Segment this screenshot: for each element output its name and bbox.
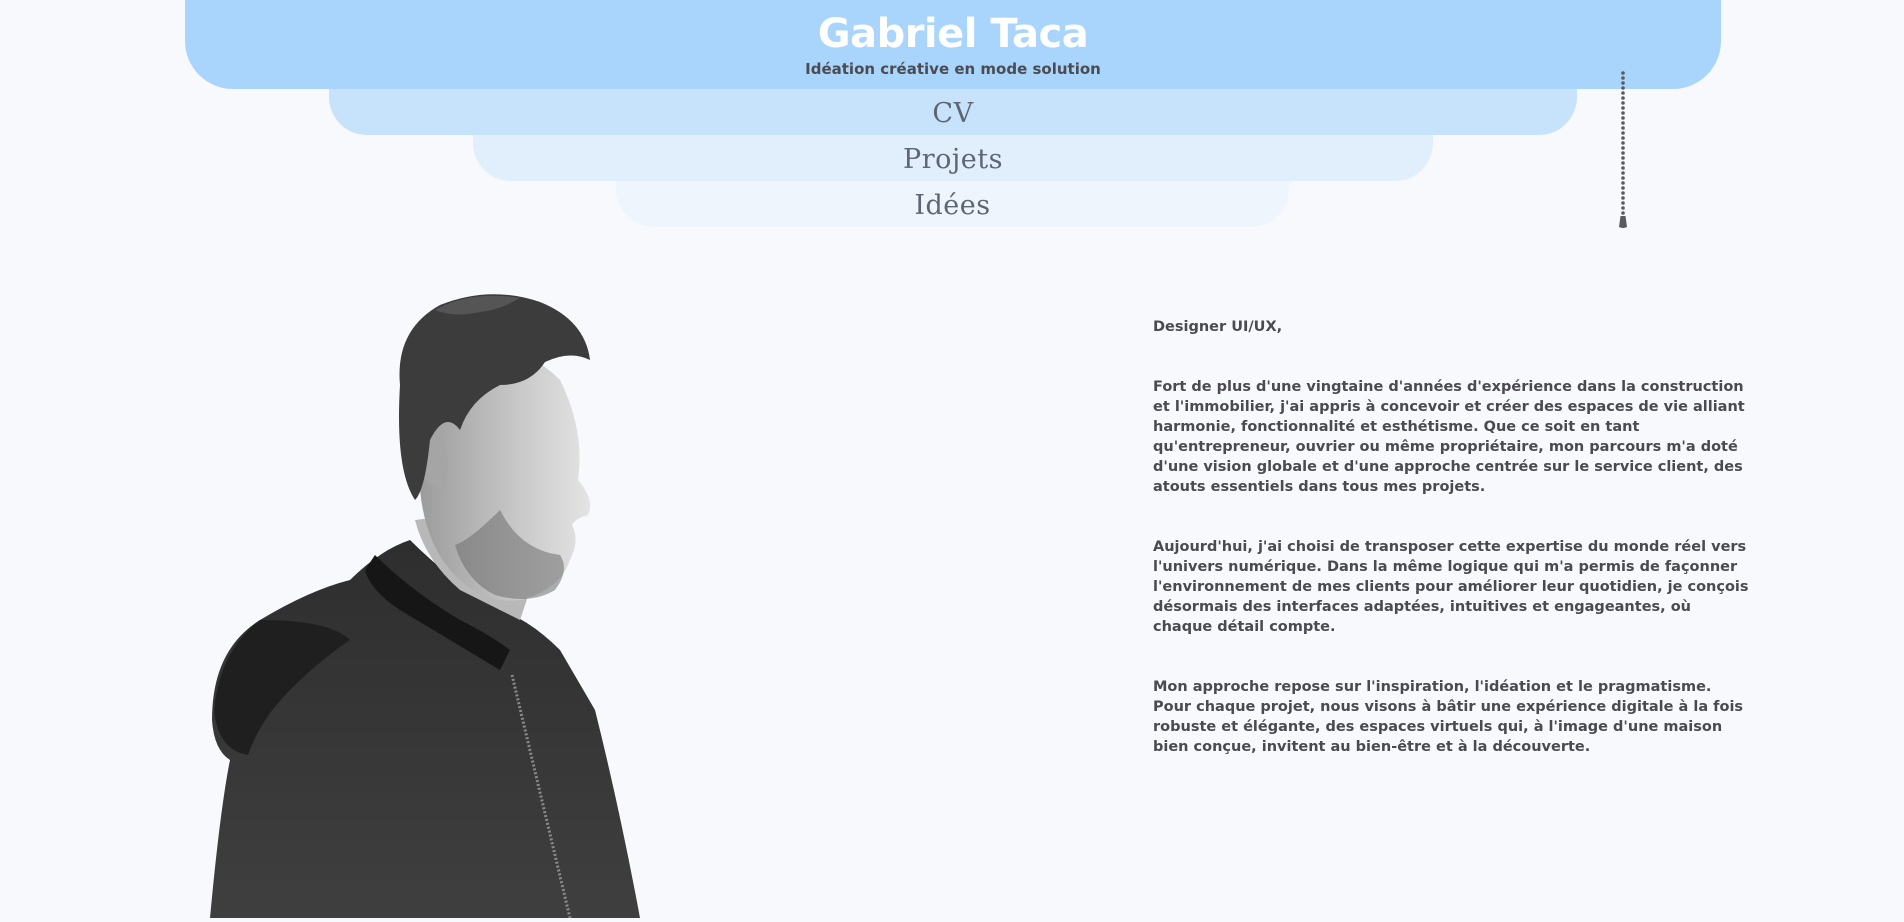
site-tagline: Idéation créative en mode solution: [805, 60, 1101, 78]
site-header: Gabriel Taca Idéation créative en mode s…: [185, 0, 1721, 89]
bio-paragraph: Aujourd'hui, j'ai choisi de transposer c…: [1153, 539, 1749, 635]
bio-paragraph: Mon approche repose sur l'inspiration, l…: [1153, 679, 1744, 755]
nav-link-cv[interactable]: CV: [932, 97, 973, 131]
portrait-photo: [200, 290, 680, 919]
nav-link-projets[interactable]: Projets: [903, 143, 1003, 177]
nav-link-idees[interactable]: Idées: [914, 189, 990, 223]
bio-paragraph: Fort de plus d'une vingtaine d'années d'…: [1153, 379, 1745, 495]
bio-role: Designer UI/UX,: [1153, 319, 1283, 335]
bio-section: Designer UI/UX, Fort de plus d'une vingt…: [1153, 317, 1753, 797]
pull-chain-icon[interactable]: [1617, 70, 1629, 230]
site-title[interactable]: Gabriel Taca: [818, 9, 1089, 59]
